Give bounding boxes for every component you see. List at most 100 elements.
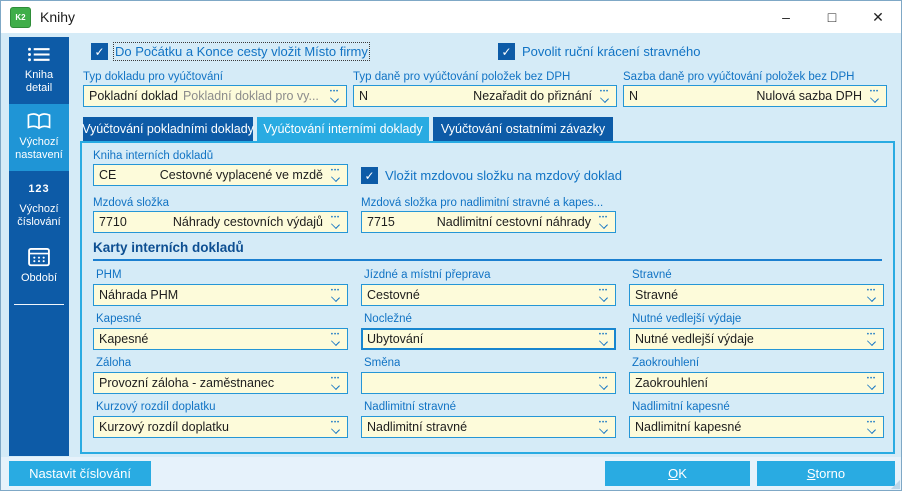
k2-app-icon: K2 [10, 6, 31, 28]
tab-bar: Vyúčtování pokladními doklady Vyúčtování… [82, 117, 613, 141]
field-label: Záloha [96, 357, 132, 369]
checkbox-checked-icon[interactable] [91, 43, 108, 60]
kurzovy-rozdil-combobox[interactable]: Kurzový rozdíl doplatku [93, 416, 348, 438]
zaloha-combobox[interactable]: Provozní záloha - zaměstnanec [93, 372, 348, 394]
tab-pokladni-doklady[interactable]: Vyúčtování pokladními doklady [82, 117, 254, 141]
field-label: Kapesné [96, 313, 142, 325]
nadlimitni-stravne-combobox[interactable]: Nadlimitní stravné [361, 416, 616, 438]
dropdown-icon[interactable] [596, 377, 611, 389]
knihy-window: K2 Knihy – □ ✕ Kniha detail Výchozí nast… [0, 0, 902, 491]
dropdown-icon[interactable] [864, 289, 879, 301]
checkbox-mzdova-slozka[interactable]: Vložit mzdovou složku na mzdový doklad [361, 167, 622, 184]
field-label: Sazba daně pro vyúčtování položek bez DP… [623, 71, 855, 83]
field-value: N [359, 89, 369, 103]
book-icon [11, 112, 67, 131]
sidebar-item-obdobi[interactable]: Období [9, 238, 69, 294]
footer-bar: Nastavit číslování OK Storno [1, 457, 901, 490]
field-value: Provozní záloha - zaměstnanec [99, 376, 275, 390]
dropdown-icon[interactable] [328, 169, 343, 181]
mzdova-slozka-combobox[interactable]: 7710 Náhrady cestovních výdajů [93, 211, 348, 233]
jizdne-combobox[interactable]: Cestovné [361, 284, 616, 306]
nastavit-cislovani-button[interactable]: Nastavit číslování [9, 461, 151, 486]
field-label: Nadlimitní kapesné [632, 401, 730, 413]
nadlimitni-kapesne-combobox[interactable]: Nadlimitní kapesné [629, 416, 884, 438]
tab-interni-doklady[interactable]: Vyúčtování interními doklady [257, 117, 429, 141]
dropdown-icon[interactable] [867, 90, 882, 102]
dropdown-icon[interactable] [328, 421, 343, 433]
dropdown-icon[interactable] [328, 377, 343, 389]
field-value: Kurzový rozdíl doplatku [99, 420, 229, 434]
field-label: Nocležné [364, 313, 412, 325]
field-typ-dane: Typ daně pro vyúčtování položek bez DPH … [353, 71, 617, 107]
sidebar-item-vychozi-cislovani[interactable]: 123 Výchozí číslování [9, 171, 69, 238]
field-label: PHM [96, 269, 122, 281]
field-label: Typ dokladu pro vyúčtování [83, 71, 223, 83]
field-value: Zaokrouhlení [635, 376, 708, 390]
kniha-internich-dokladu-combobox[interactable]: CE Cestovné vyplacené ve mzdě [93, 164, 348, 186]
field-value: Nadlimitní kapesné [635, 420, 742, 434]
sidebar-item-vychozi-nastaveni[interactable]: Výchozí nastavení [9, 104, 69, 171]
phm-combobox[interactable]: Náhrada PHM [93, 284, 348, 306]
dropdown-icon[interactable] [596, 333, 611, 345]
dropdown-icon[interactable] [596, 421, 611, 433]
field-value-description: Pokladní doklad pro vy... [182, 89, 319, 103]
dropdown-icon[interactable] [596, 216, 611, 228]
tab-panel-interni-doklady: Kniha interních dokladů CE Cestovné vypl… [80, 141, 895, 454]
field-value: Náhrada PHM [99, 288, 179, 302]
resize-grip[interactable] [891, 480, 900, 489]
sidebar: Kniha detail Výchozí nastavení 123 Výcho… [9, 37, 69, 456]
smena-combobox[interactable] [361, 372, 616, 394]
field-value: 7710 [99, 215, 127, 229]
dropdown-icon[interactable] [864, 333, 879, 345]
noclezne-combobox[interactable]: Ubytování [361, 328, 616, 350]
field-label: Kurzový rozdíl doplatku [96, 401, 216, 413]
dropdown-icon[interactable] [328, 216, 343, 228]
field-label: Nutné vedlejší výdaje [632, 313, 742, 325]
zaokrouhleni-combobox[interactable]: Zaokrouhlení [629, 372, 884, 394]
typ-dokladu-combobox[interactable]: Pokladní doklad Pokladní doklad pro vy..… [83, 85, 347, 107]
nutne-vydaje-combobox[interactable]: Nutné vedlejší výdaje [629, 328, 884, 350]
field-label: Směna [364, 357, 401, 369]
field-value: Nadlimitní stravné [367, 420, 468, 434]
field-label: Stravné [632, 269, 672, 281]
sidebar-item-label: Období [20, 272, 58, 284]
dropdown-icon[interactable] [864, 421, 879, 433]
field-label: Zaokrouhlení [632, 357, 700, 369]
dropdown-icon[interactable] [596, 289, 611, 301]
field-sazba-dane: Sazba daně pro vyúčtování položek bez DP… [623, 71, 887, 107]
field-value: Nutné vedlejší výdaje [635, 332, 754, 346]
checkbox-misto-firmy[interactable]: Do Počátku a Konce cesty vložit Místo fi… [91, 42, 370, 61]
dropdown-icon[interactable] [327, 90, 342, 102]
minimize-button[interactable]: – [763, 1, 809, 33]
dropdown-icon[interactable] [864, 377, 879, 389]
tab-ostatni-zavazky[interactable]: Vyúčtování ostatními závazky [433, 117, 613, 141]
dropdown-icon[interactable] [328, 333, 343, 345]
ok-button[interactable]: OK [605, 461, 750, 486]
kapesne-combobox[interactable]: Kapesné [93, 328, 348, 350]
field-value: Cestovné [367, 288, 420, 302]
maximize-button[interactable]: □ [809, 1, 855, 33]
dropdown-icon[interactable] [328, 289, 343, 301]
field-value: Ubytování [367, 332, 424, 346]
storno-button[interactable]: Storno [757, 461, 895, 486]
sazba-dane-combobox[interactable]: N Nulová sazba DPH [623, 85, 887, 107]
title-bar: K2 Knihy – □ ✕ [1, 1, 901, 33]
sidebar-item-kniha-detail[interactable]: Kniha detail [9, 37, 69, 104]
list-icon [11, 45, 67, 64]
dropdown-icon[interactable] [597, 90, 612, 102]
field-value: 7715 [367, 215, 395, 229]
calendar-icon [11, 246, 67, 267]
typ-dane-combobox[interactable]: N Nezařadit do přiznání [353, 85, 617, 107]
field-label: Kniha interních dokladů [93, 150, 214, 162]
field-value-description: Náhrady cestovních výdajů [172, 215, 323, 229]
close-button[interactable]: ✕ [855, 1, 901, 33]
section-divider [93, 259, 882, 261]
field-value-description: Nulová sazba DPH [756, 89, 862, 103]
stravne-combobox[interactable]: Stravné [629, 284, 884, 306]
field-value: N [629, 89, 639, 103]
mzdova-slozka-nadlimitni-combobox[interactable]: 7715 Nadlimitní cestovní náhrady [361, 211, 616, 233]
field-value-description: Nadlimitní cestovní náhrady [436, 215, 591, 229]
checkbox-kraceni-stravneho[interactable]: Povolit ruční krácení stravného [498, 43, 700, 60]
checkbox-checked-icon[interactable] [361, 167, 378, 184]
checkbox-checked-icon[interactable] [498, 43, 515, 60]
